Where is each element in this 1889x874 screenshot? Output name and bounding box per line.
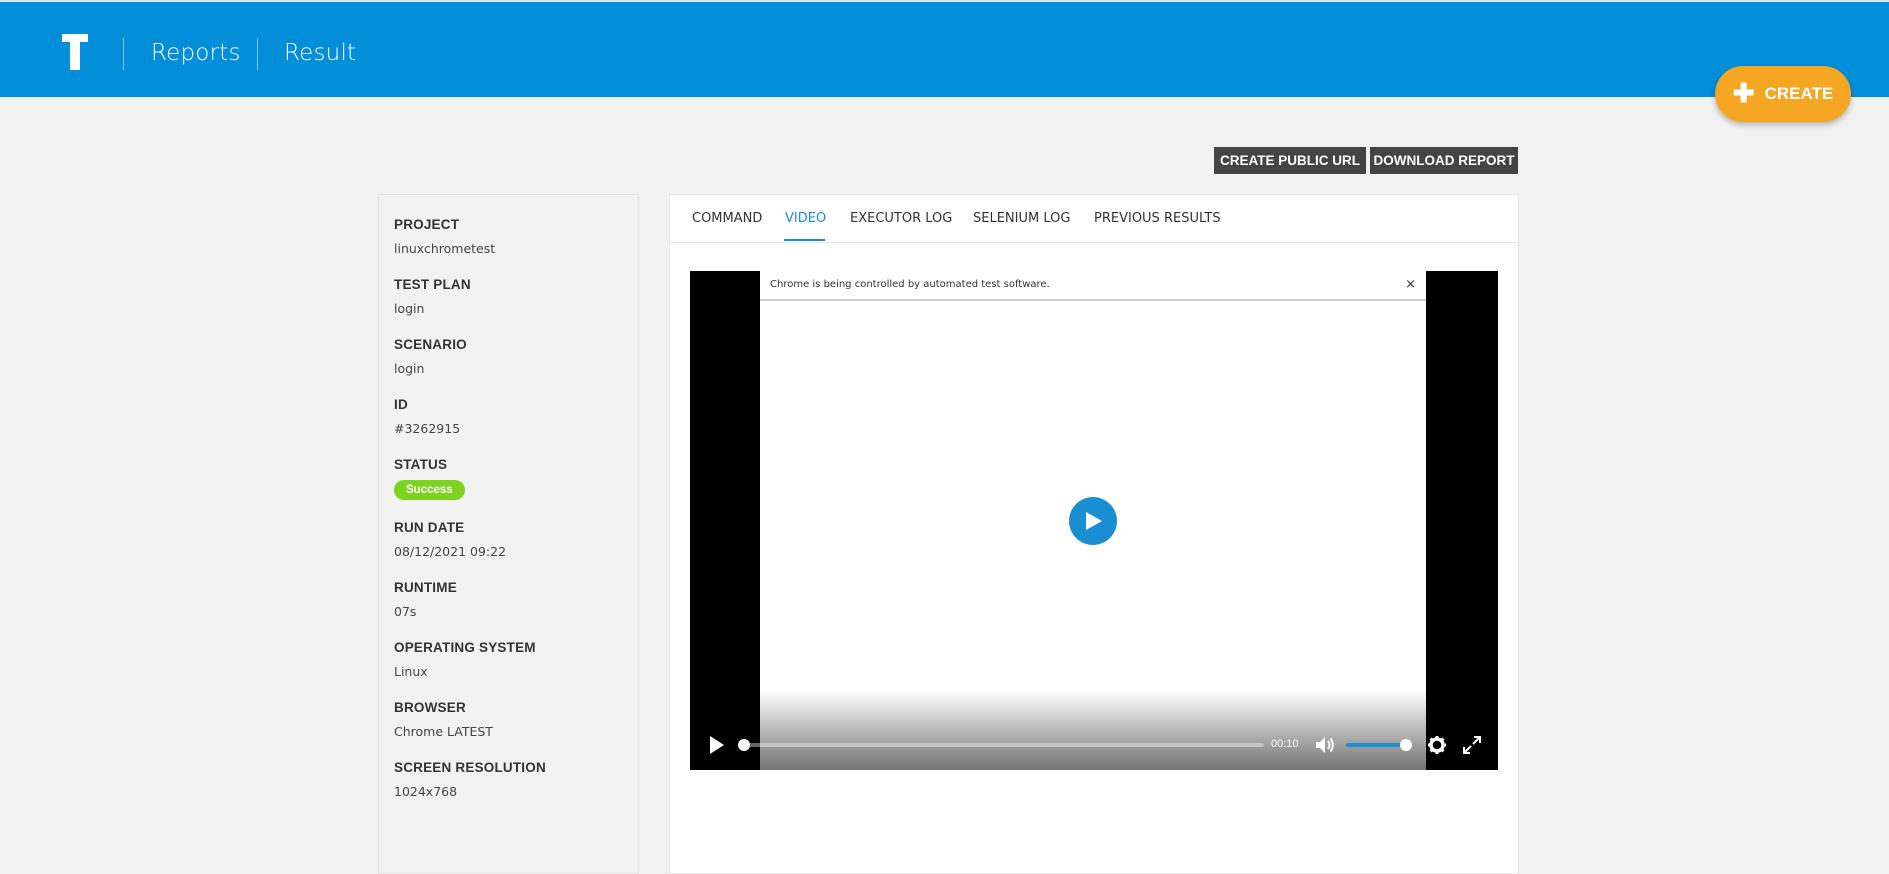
result-tabs: COMMAND VIDEO EXECUTOR LOG SELENIUM LOG … xyxy=(670,195,1518,243)
detail-label: OPERATING SYSTEM xyxy=(394,640,536,655)
volume-slider[interactable] xyxy=(1346,739,1412,751)
download-report-button[interactable]: DOWNLOAD REPORT xyxy=(1370,147,1518,174)
detail-label: ID xyxy=(394,397,408,412)
detail-runtime: RUNTIME 07s xyxy=(394,580,457,619)
detail-id: ID #3262915 xyxy=(394,397,460,436)
detail-scenario: SCENARIO login xyxy=(394,337,467,376)
volume-level xyxy=(1346,743,1406,747)
volume-icon[interactable] xyxy=(1314,735,1336,755)
detail-value: 07s xyxy=(394,604,417,619)
detail-label: PROJECT xyxy=(394,217,460,232)
volume-thumb[interactable] xyxy=(1400,739,1412,751)
tab-selenium-log[interactable]: SELENIUM LOG xyxy=(973,211,1070,226)
detail-value: Chrome LATEST xyxy=(394,724,493,739)
plus-icon: ✚ xyxy=(1732,78,1755,108)
close-icon[interactable]: × xyxy=(1405,277,1416,292)
detail-run-date: RUN DATE 08/12/2021 09:22 xyxy=(394,520,506,559)
detail-label: RUN DATE xyxy=(394,520,465,535)
infobar-text: Chrome is being controlled by automated … xyxy=(770,279,1050,290)
play-icon xyxy=(1086,512,1102,530)
detail-label: STATUS xyxy=(394,457,448,472)
create-button-label: CREATE xyxy=(1764,84,1834,103)
detail-value: login xyxy=(394,361,425,376)
detail-browser: BROWSER Chrome LATEST xyxy=(394,700,493,739)
create-public-url-button[interactable]: CREATE PUBLIC URL xyxy=(1214,147,1366,174)
detail-label: SCREEN RESOLUTION xyxy=(394,760,546,775)
detail-value: linuxchrometest xyxy=(394,241,496,256)
play-icon[interactable] xyxy=(708,735,726,755)
video-timeline[interactable] xyxy=(738,739,1264,751)
active-tab-indicator xyxy=(784,239,825,241)
detail-value: login xyxy=(394,301,425,316)
tab-video[interactable]: VIDEO xyxy=(785,211,826,226)
tab-previous-results[interactable]: PREVIOUS RESULTS xyxy=(1094,211,1221,226)
breadcrumb-separator xyxy=(123,38,124,70)
tab-command[interactable]: COMMAND xyxy=(692,211,762,226)
app-header: Reports Result xyxy=(0,2,1889,97)
tab-executor-log[interactable]: EXECUTOR LOG xyxy=(850,211,952,226)
detail-project: PROJECT linuxchrometest xyxy=(394,217,495,256)
detail-os: OPERATING SYSTEM Linux xyxy=(394,640,536,679)
detail-label: RUNTIME xyxy=(394,580,457,595)
breadcrumb-result[interactable]: Result xyxy=(284,40,356,66)
result-details-panel: PROJECT linuxchrometest TEST PLAN login … xyxy=(378,194,639,874)
detail-value: 08/12/2021 09:22 xyxy=(394,544,507,559)
breadcrumb-separator xyxy=(257,38,258,70)
detail-status: STATUS Success xyxy=(394,457,465,500)
detail-screen-resolution: SCREEN RESOLUTION 1024x768 xyxy=(394,760,546,799)
big-play-button[interactable] xyxy=(1069,497,1117,545)
detail-label: SCENARIO xyxy=(394,337,467,352)
status-badge: Success xyxy=(394,480,465,500)
fullscreen-icon[interactable] xyxy=(1462,735,1482,755)
controls-gradient xyxy=(760,690,1426,770)
breadcrumb-reports[interactable]: Reports xyxy=(151,40,241,66)
detail-label: BROWSER xyxy=(394,700,466,715)
create-button[interactable]: ✚ CREATE xyxy=(1715,66,1851,122)
video-timecode: 00:10 xyxy=(1271,738,1299,750)
logo-icon[interactable] xyxy=(62,34,88,70)
detail-label: TEST PLAN xyxy=(394,277,471,292)
settings-icon[interactable] xyxy=(1427,735,1447,755)
detail-value: 1024x768 xyxy=(394,784,458,799)
detail-value: #3262915 xyxy=(394,421,461,436)
detail-test-plan: TEST PLAN login xyxy=(394,277,471,316)
automation-infobar: Chrome is being controlled by automated … xyxy=(760,271,1426,301)
detail-value: Linux xyxy=(394,664,428,679)
timeline-thumb[interactable] xyxy=(738,739,750,751)
